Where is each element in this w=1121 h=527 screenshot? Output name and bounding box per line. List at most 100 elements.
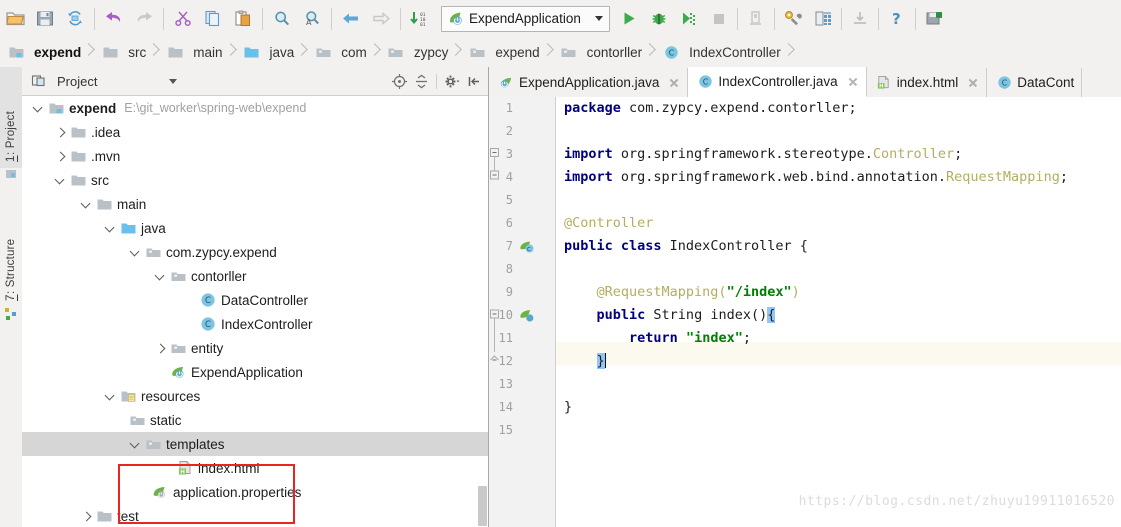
run-configuration-selector[interactable]: ExpendApplication (441, 5, 610, 32)
tree-row-contorller[interactable]: contorller (22, 264, 488, 288)
breadcrumb-item-contorller[interactable]: contorller (553, 37, 646, 67)
module-folder-icon (8, 44, 24, 60)
chevron-down-icon[interactable] (54, 174, 67, 187)
chevron-right-icon[interactable] (80, 510, 93, 523)
breadcrumb-item-expend-pkg[interactable]: expend (461, 37, 542, 67)
collapse-all-icon[interactable] (411, 71, 431, 91)
database-icon[interactable] (808, 4, 838, 33)
folder-icon (70, 148, 86, 164)
toolbar-divider-7 (774, 7, 775, 30)
tab-datacontroller-java[interactable]: C DataCont (987, 68, 1083, 97)
breadcrumb-item-main[interactable]: main (159, 37, 225, 67)
replace-icon[interactable]: A (297, 4, 327, 33)
tree-row-test[interactable]: test (22, 504, 488, 527)
chevron-right-icon[interactable] (154, 342, 167, 355)
breadcrumb-label: expend (34, 44, 82, 60)
hide-panel-icon[interactable] (464, 71, 484, 91)
chevron-down-icon[interactable] (104, 390, 117, 403)
save-all-icon[interactable] (30, 4, 60, 33)
tree-row-main[interactable]: main (22, 192, 488, 216)
synchronize-icon[interactable] (60, 4, 90, 33)
copy-icon[interactable] (198, 4, 228, 33)
forward-icon[interactable] (366, 4, 396, 33)
tree-row-static[interactable]: static (22, 408, 488, 432)
close-icon[interactable] (668, 77, 680, 89)
sidebar-item-project[interactable]: 1: Project (0, 67, 22, 168)
project-scrollbar[interactable] (478, 96, 487, 527)
breadcrumb-item-com[interactable]: com (307, 37, 370, 67)
breadcrumb-item-src[interactable]: src (94, 37, 149, 67)
chevron-down-icon[interactable] (169, 78, 178, 84)
back-icon[interactable] (336, 4, 366, 33)
debug-icon[interactable] (644, 4, 674, 33)
code-content[interactable]: package com.zypcy.expend.contorller; imp… (556, 97, 1121, 527)
package-icon (145, 436, 161, 452)
maven-icon[interactable] (919, 4, 949, 33)
run-with-coverage-icon[interactable] (674, 4, 704, 33)
chevron-down-icon[interactable] (129, 438, 142, 451)
scroll-from-source-icon[interactable] (389, 71, 409, 91)
watermark-text: https://blog.csdn.net/zhuyu19911016520 (798, 494, 1115, 509)
breadcrumb-item-expend[interactable]: expend (0, 37, 84, 67)
project-icon (4, 167, 18, 181)
chevron-down-icon[interactable] (154, 270, 167, 283)
tree-row-expend[interactable]: expend E:\git_worker\spring-web\expend (22, 96, 488, 120)
compile-icon[interactable]: 01 10 01 (405, 4, 435, 33)
tree-row-idea[interactable]: .idea (22, 120, 488, 144)
spring-bean-gutter-icon[interactable]: C (519, 238, 536, 255)
paste-icon[interactable] (228, 4, 258, 33)
cut-icon[interactable] (168, 4, 198, 33)
chevron-down-icon[interactable] (595, 16, 603, 21)
chevron-down-icon[interactable] (129, 246, 142, 259)
project-tree[interactable]: expend E:\git_worker\spring-web\expend .… (22, 96, 488, 527)
help-icon[interactable]: ? (882, 4, 912, 33)
tree-row-index-html[interactable]: H index.html (22, 456, 488, 480)
chevron-down-icon[interactable] (32, 102, 45, 115)
tab-label: DataCont (1017, 75, 1075, 90)
open-folder-icon[interactable] (0, 4, 30, 33)
tree-row-datacontroller[interactable]: C DataController (22, 288, 488, 312)
tab-index-html[interactable]: H index.html (866, 68, 988, 97)
chevron-right-icon[interactable] (54, 150, 67, 163)
tree-row-com-zypcy-expend[interactable]: com.zypcy.expend (22, 240, 488, 264)
tab-expendapplication-java[interactable]: ExpendApplication.java (489, 68, 689, 97)
tree-row-entity[interactable]: entity (22, 336, 488, 360)
project-icon (30, 73, 46, 89)
tab-indexcontroller-java[interactable]: C IndexController.java (688, 67, 867, 97)
tree-row-java[interactable]: java (22, 216, 488, 240)
undo-icon[interactable] (99, 4, 129, 33)
code-line-6: @Controller (564, 215, 654, 231)
run-icon[interactable] (614, 4, 644, 33)
breadcrumb-separator (84, 37, 93, 67)
class-icon: C (200, 316, 216, 332)
fold-marker-imports[interactable] (489, 147, 500, 198)
close-icon[interactable] (847, 76, 859, 88)
breadcrumb-item-java[interactable]: java (236, 37, 298, 67)
scrollbar-thumb[interactable] (478, 486, 487, 526)
undo-redo-group (99, 0, 159, 37)
tree-row-expendapplication[interactable]: ExpendApplication (22, 360, 488, 384)
chevron-right-icon[interactable] (54, 126, 67, 139)
redo-icon[interactable] (129, 4, 159, 33)
tree-row-application-properties[interactable]: application.properties (22, 480, 488, 504)
breadcrumb-item-zypcy[interactable]: zypcy (380, 37, 452, 67)
breadcrumb-item-indexcontroller[interactable]: C IndexController (655, 37, 784, 67)
code-editor[interactable]: 1 2 3 4 5 6 7 8 9 10 11 12 13 14 15 C pa… (489, 97, 1121, 527)
editor-gutter[interactable]: 1 2 3 4 5 6 7 8 9 10 11 12 13 14 15 C (489, 97, 556, 527)
tree-row-indexcontroller[interactable]: C IndexController (22, 312, 488, 336)
settings-gear-icon[interactable] (442, 71, 462, 91)
tree-row-resources[interactable]: resources (22, 384, 488, 408)
tree-row-src[interactable]: src (22, 168, 488, 192)
chevron-down-icon[interactable] (104, 222, 117, 235)
fold-marker-method[interactable] (489, 308, 500, 369)
tree-row-templates[interactable]: templates (22, 432, 488, 456)
toolbar-divider-10 (915, 7, 916, 30)
chevron-down-icon[interactable] (80, 198, 93, 211)
tree-row-mvn[interactable]: .mvn (22, 144, 488, 168)
sidebar-item-structure[interactable]: 7: Structure (0, 189, 22, 307)
settings-wrench-icon[interactable] (778, 4, 808, 33)
close-icon[interactable] (967, 77, 979, 89)
spring-mapping-gutter-icon[interactable] (519, 307, 536, 324)
tree-label: entity (191, 340, 224, 356)
find-icon[interactable] (267, 4, 297, 33)
